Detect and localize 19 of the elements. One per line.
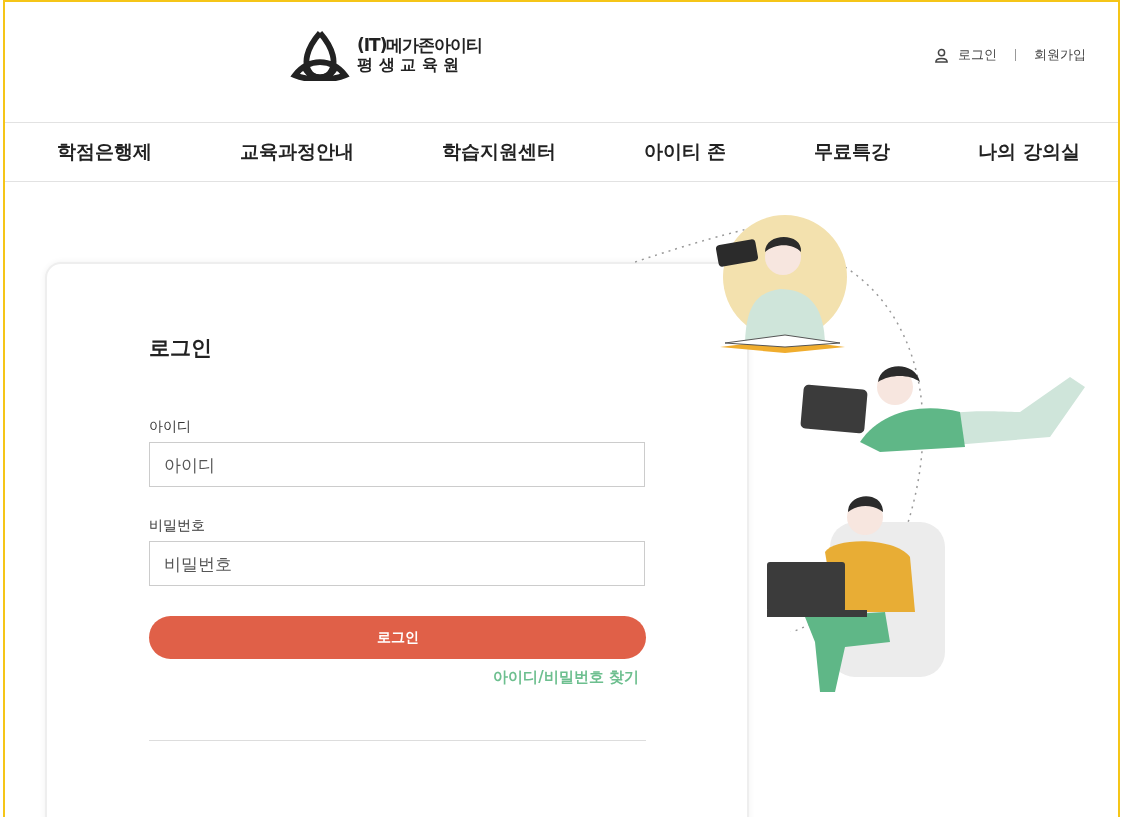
id-field[interactable]: 아이디 bbox=[149, 442, 645, 487]
nav-menu-item[interactable]: 나의 강의실 bbox=[978, 139, 1080, 165]
user-icon bbox=[934, 47, 949, 63]
trefoil-logo-icon bbox=[289, 29, 351, 81]
nav-menu-item[interactable]: 교육과정안내 bbox=[239, 139, 354, 165]
login-title: 로그인 bbox=[149, 335, 213, 362]
nav-menu-item[interactable]: 학점은행제 bbox=[57, 139, 152, 165]
login-button[interactable]: 로그인 bbox=[149, 616, 646, 659]
nav-menu-item[interactable]: 무료특강 bbox=[814, 139, 891, 165]
signup-link[interactable]: 회원가입 bbox=[1034, 46, 1086, 64]
field-label: 비밀번호 bbox=[149, 517, 206, 535]
field-label: 아이디 bbox=[149, 418, 192, 436]
logo-subtitle: 평 생 교 육 원 bbox=[357, 55, 461, 75]
nav-menu-item[interactable]: 학습지원센터 bbox=[441, 139, 556, 165]
login-link[interactable]: 로그인 bbox=[958, 46, 997, 64]
nav-menu-item[interactable]: 아이티 존 bbox=[643, 139, 727, 165]
logo[interactable]: (IT)메가존아이티 평 생 교 육 원 bbox=[289, 29, 483, 81]
password-field[interactable]: 비밀번호 bbox=[149, 541, 645, 586]
logo-title: (IT)메가존아이티 bbox=[357, 35, 483, 55]
